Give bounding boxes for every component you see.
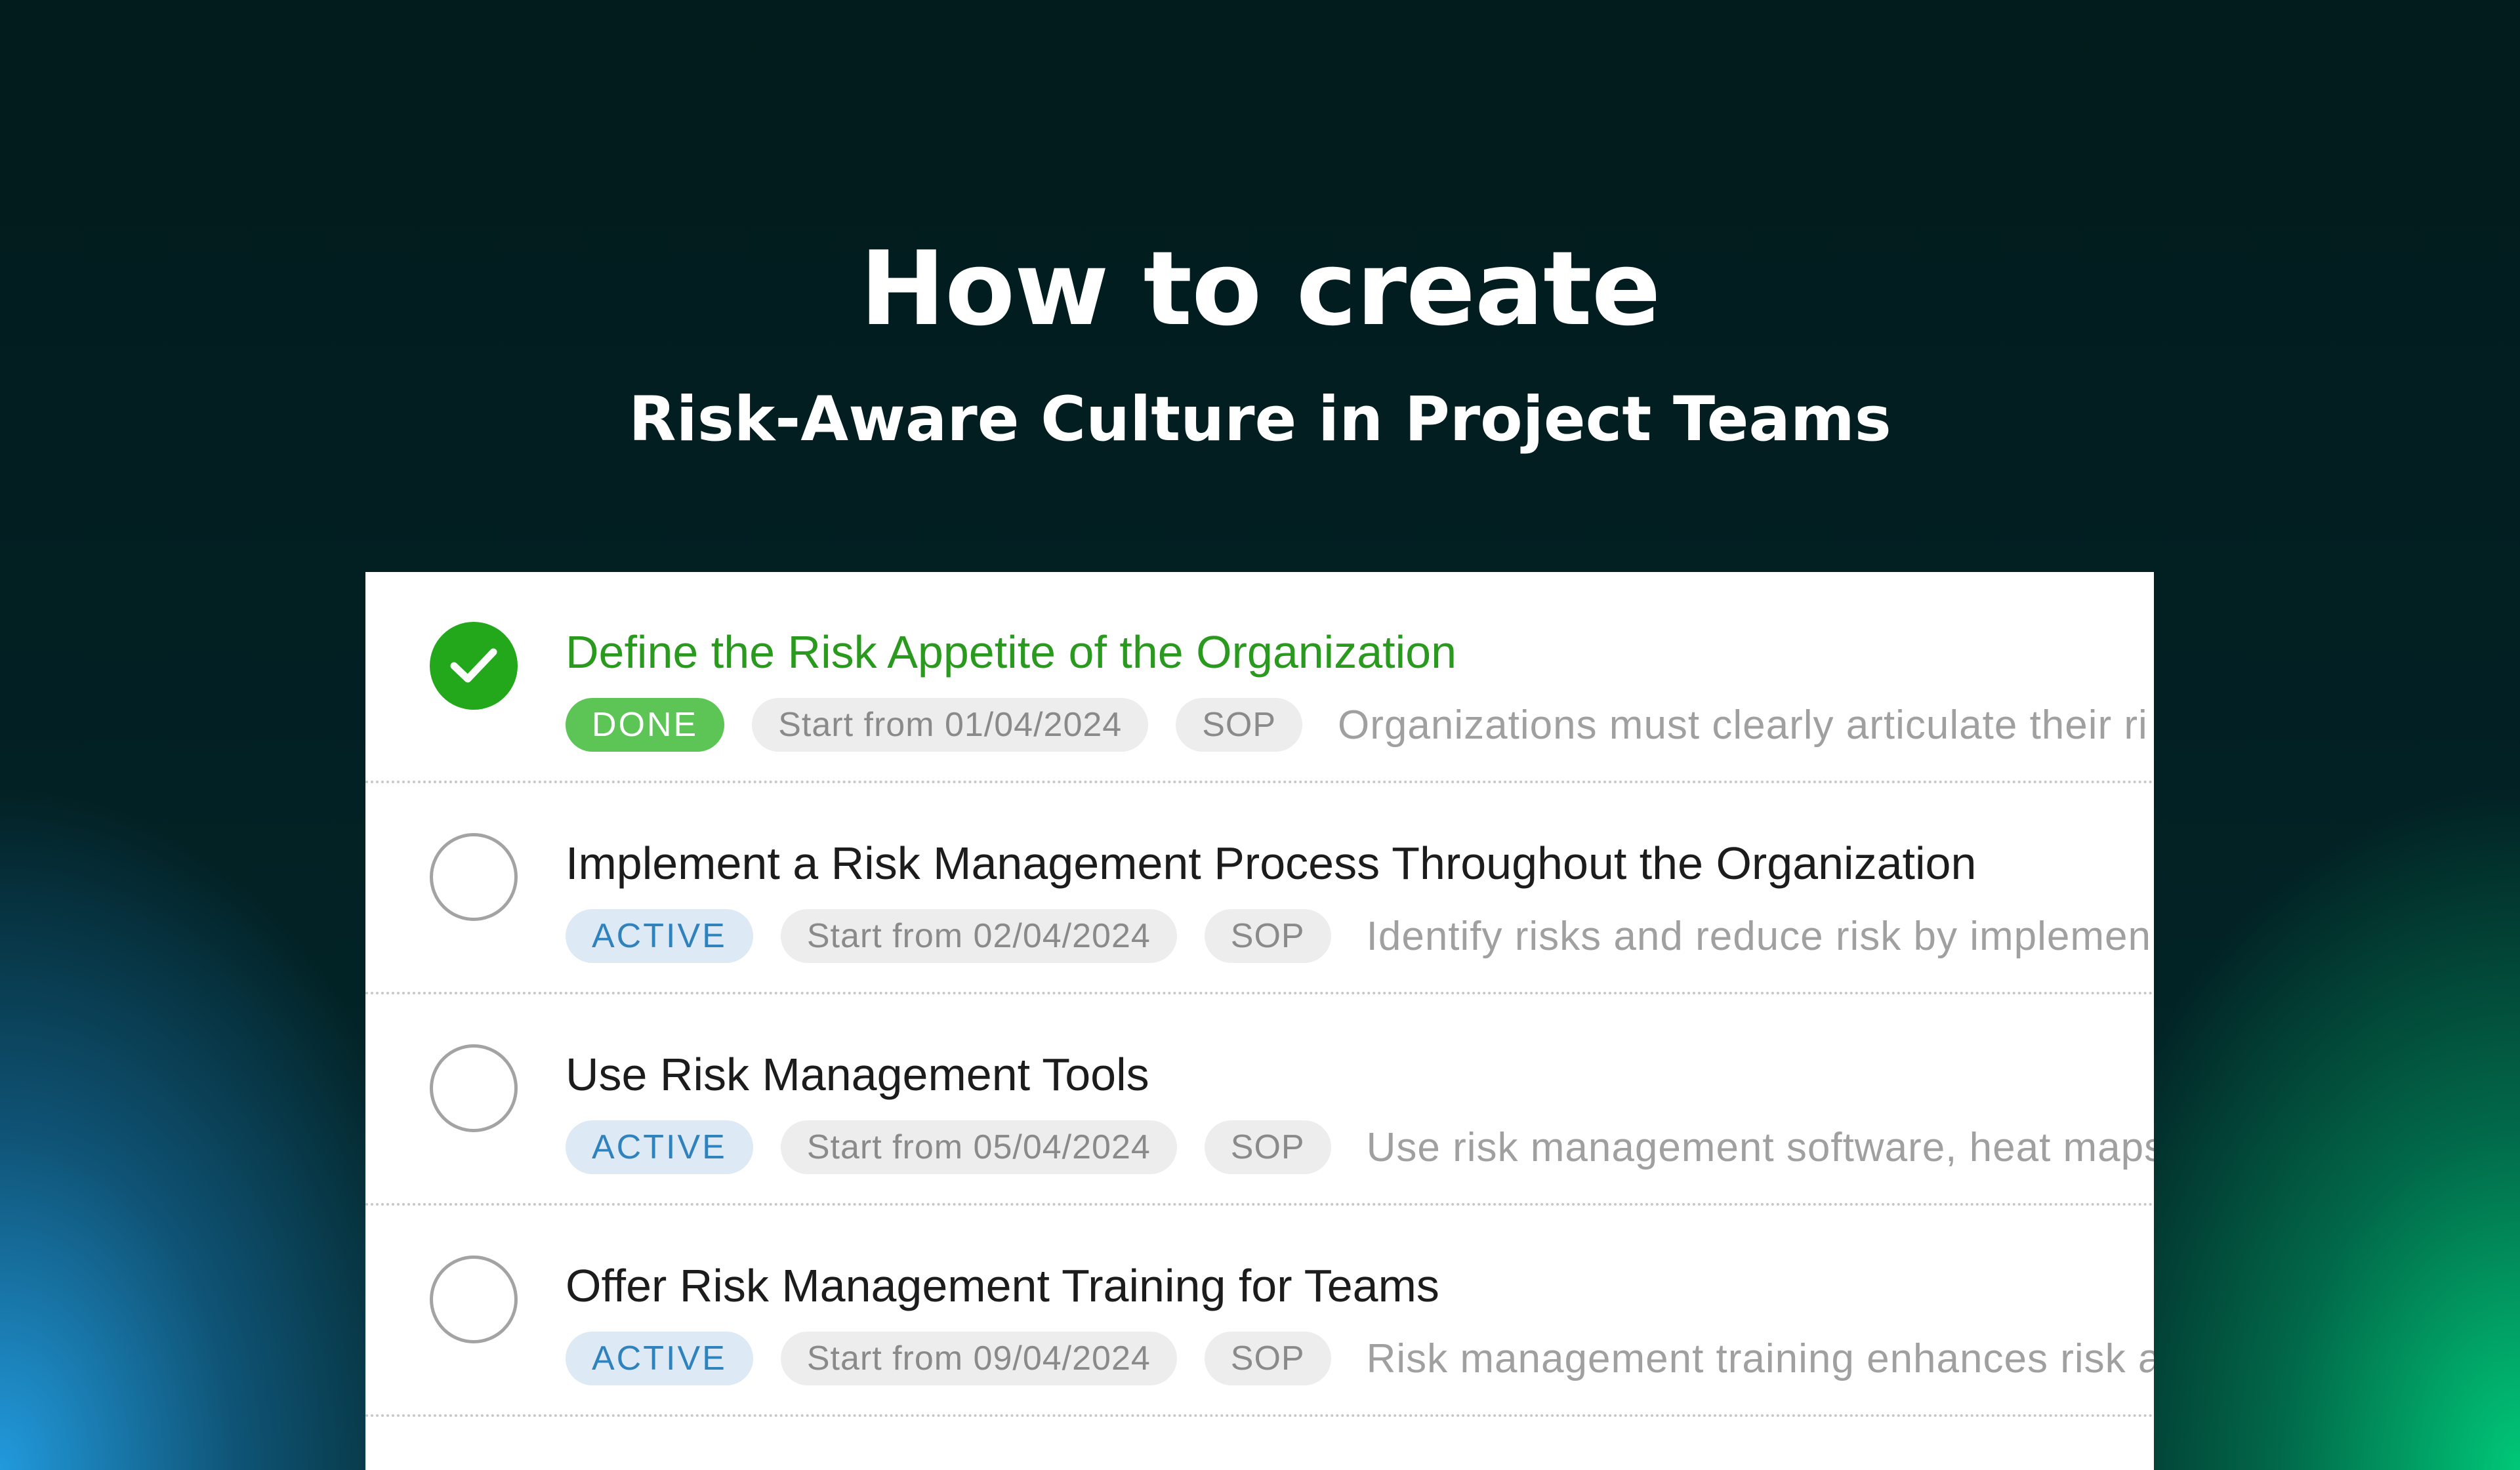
page-title: How to create bbox=[859, 229, 1661, 348]
tag-badge: SOP bbox=[1204, 1332, 1331, 1385]
start-date-badge: Start from 02/04/2024 bbox=[780, 909, 1177, 963]
task-title[interactable]: Use Risk Management Tools bbox=[566, 1047, 1149, 1102]
task-title[interactable]: Offer Risk Management Training for Teams bbox=[566, 1258, 1439, 1313]
start-date-badge: Start from 01/04/2024 bbox=[752, 698, 1149, 752]
start-date-badge: Start from 05/04/2024 bbox=[780, 1120, 1177, 1174]
task-title[interactable]: Implement a Risk Management Process Thro… bbox=[566, 836, 1976, 891]
task-description: Use risk management software, heat maps bbox=[1366, 1124, 2154, 1170]
status-badge: ACTIVE bbox=[566, 1332, 753, 1385]
task-meta: DONE Start from 01/04/2024 SOP Organizat… bbox=[566, 698, 2148, 752]
task-title[interactable]: Define the Risk Appetite of the Organiza… bbox=[566, 624, 1456, 680]
task-meta: ACTIVE Start from 02/04/2024 SOP Identif… bbox=[566, 909, 2151, 963]
task-list: Define the Risk Appetite of the Organiza… bbox=[365, 572, 2154, 1470]
tag-badge: SOP bbox=[1176, 698, 1303, 752]
task-description: Organizations must clearly articulate th… bbox=[1338, 702, 2148, 748]
start-date-badge: Start from 09/04/2024 bbox=[780, 1332, 1177, 1385]
task-description: Identify risks and reduce risk by implem… bbox=[1366, 913, 2151, 959]
task-item[interactable]: Offer Risk Management Training for Teams… bbox=[365, 1206, 2154, 1417]
tag-badge: SOP bbox=[1204, 1120, 1331, 1174]
task-description: Risk management training enhances risk a bbox=[1366, 1336, 2154, 1381]
status-badge: ACTIVE bbox=[566, 909, 753, 963]
tag-badge: SOP bbox=[1204, 909, 1331, 963]
page-subtitle: Risk-Aware Culture in Project Teams bbox=[629, 384, 1891, 455]
task-complete-checkbox[interactable] bbox=[430, 1044, 518, 1132]
status-badge: ACTIVE bbox=[566, 1120, 753, 1174]
task-item[interactable]: Implement a Risk Management Process Thro… bbox=[365, 783, 2154, 994]
task-meta: ACTIVE Start from 09/04/2024 SOP Risk ma… bbox=[566, 1332, 2154, 1385]
task-complete-checkbox[interactable] bbox=[430, 1256, 518, 1343]
task-item[interactable]: Define the Risk Appetite of the Organiza… bbox=[365, 572, 2154, 783]
task-item[interactable]: Use Risk Management Tools ACTIVE Start f… bbox=[365, 994, 2154, 1206]
status-badge: DONE bbox=[566, 698, 725, 752]
task-complete-checkbox[interactable] bbox=[430, 833, 518, 921]
checkmark-icon bbox=[450, 648, 497, 683]
task-complete-checkbox[interactable] bbox=[430, 622, 518, 710]
task-meta: ACTIVE Start from 05/04/2024 SOP Use ris… bbox=[566, 1120, 2154, 1174]
